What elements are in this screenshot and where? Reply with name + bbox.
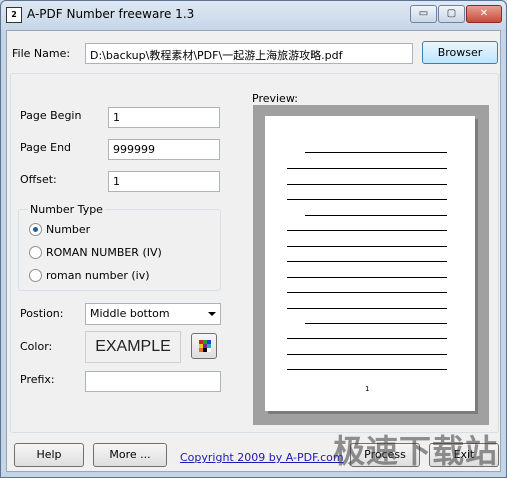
more-button[interactable]: More ... <box>93 443 167 467</box>
color-picker-button[interactable] <box>191 333 217 359</box>
preview-text-line <box>287 230 447 231</box>
preview-text-line <box>287 246 447 247</box>
preview-text-line <box>287 199 447 200</box>
position-select-value: Middle bottom <box>90 307 170 320</box>
client-area: File Name: D:\backup\教程素材\PDF\一起游上海旅游攻略.… <box>6 30 501 472</box>
help-button[interactable]: Help <box>14 443 84 467</box>
title-bar[interactable]: 2 A-PDF Number freeware 1.3 ▭ ▢ ✕ <box>1 1 506 29</box>
preview-text-line <box>287 354 447 355</box>
position-label: Postion: <box>20 307 64 320</box>
number-type-title: Number Type <box>28 203 105 216</box>
preview-text-line <box>305 215 447 216</box>
file-name-field[interactable]: D:\backup\教程素材\PDF\一起游上海旅游攻略.pdf <box>85 43 413 64</box>
offset-label: Offset: <box>20 173 57 186</box>
chevron-down-icon <box>208 312 216 316</box>
preview-text-line <box>287 184 447 185</box>
radio-number[interactable] <box>29 223 42 236</box>
preview-text-line <box>287 277 447 278</box>
copyright-link[interactable]: Copyright 2009 by A-PDF.com <box>180 451 344 464</box>
palette-swatch <box>207 348 211 352</box>
preview-text-line <box>287 369 447 370</box>
radio-roman-lower[interactable] <box>29 269 42 282</box>
page-begin-label: Page Begin <box>20 109 82 122</box>
color-example: EXAMPLE <box>85 331 181 363</box>
watermark: 极速下载站 <box>333 432 499 470</box>
prefix-label: Prefix: <box>20 373 55 386</box>
preview-text-line <box>287 308 447 309</box>
preview-text-line <box>305 323 447 324</box>
page-begin-field[interactable]: 1 <box>108 107 220 128</box>
preview-text-line <box>305 152 447 153</box>
minimize-button[interactable]: ▭ <box>410 5 437 23</box>
radio-roman-lower-label[interactable]: roman number (iv) <box>46 269 150 282</box>
radio-roman-upper-label[interactable]: ROMAN NUMBER (IV) <box>46 246 162 259</box>
app-window: 2 A-PDF Number freeware 1.3 ▭ ▢ ✕ File N… <box>0 0 507 478</box>
preview-text-line <box>287 168 447 169</box>
preview-text-line <box>287 261 447 262</box>
radio-roman-upper[interactable] <box>29 246 42 259</box>
close-button[interactable]: ✕ <box>466 5 502 23</box>
preview-panel: 1 <box>253 105 489 425</box>
prefix-field[interactable] <box>85 371 221 392</box>
preview-text-line <box>287 292 447 293</box>
preview-page-number: 1 <box>365 385 370 393</box>
page-end-field[interactable]: 999999 <box>108 139 220 160</box>
maximize-button[interactable]: ▢ <box>438 5 465 23</box>
file-name-label: File Name: <box>12 47 71 60</box>
position-select[interactable]: Middle bottom <box>85 303 221 325</box>
color-label: Color: <box>20 340 53 353</box>
page-end-label: Page End <box>20 141 72 154</box>
offset-field[interactable]: 1 <box>108 171 220 192</box>
radio-number-label[interactable]: Number <box>46 223 90 236</box>
app-icon: 2 <box>6 7 22 23</box>
window-title: A-PDF Number freeware 1.3 <box>27 7 195 21</box>
color-palette-icon <box>199 340 211 352</box>
browse-button[interactable]: Browser <box>422 41 498 64</box>
preview-text-line <box>287 338 447 339</box>
preview-page: 1 <box>265 116 475 411</box>
preview-label: Preview: <box>252 92 298 105</box>
